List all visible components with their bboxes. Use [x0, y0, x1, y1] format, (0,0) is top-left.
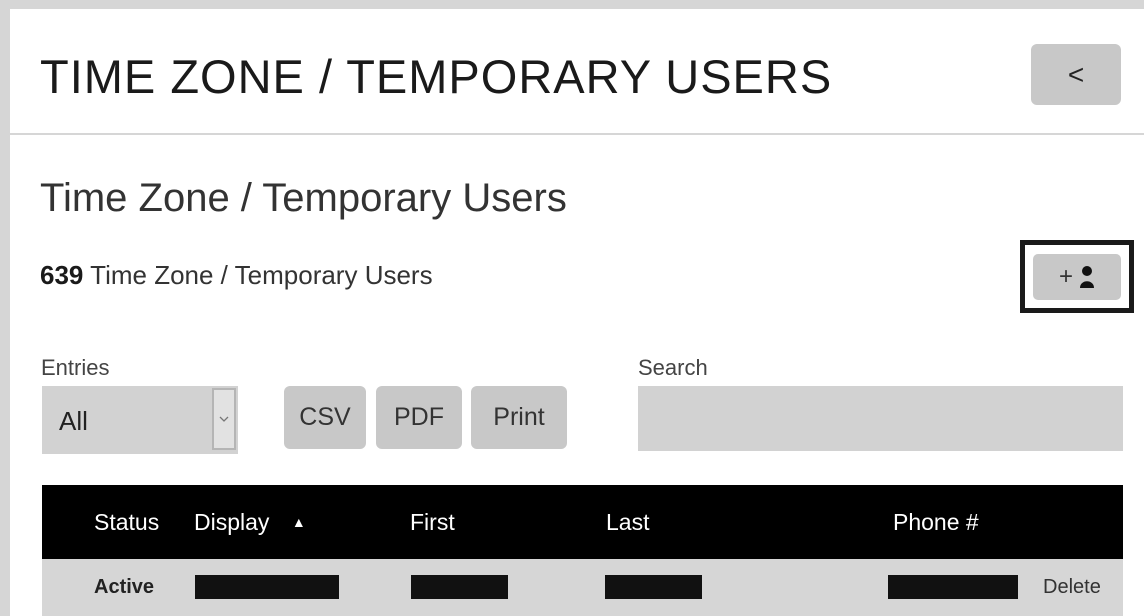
row-delete-link[interactable]: Delete — [1043, 575, 1101, 599]
print-button[interactable]: Print — [471, 386, 567, 449]
record-count-number: 639 — [40, 260, 84, 290]
section-title: Time Zone / Temporary Users — [40, 176, 567, 220]
main-panel: TIME ZONE / TEMPORARY USERS < Time Zone … — [10, 9, 1144, 616]
record-count: 639 Time Zone / Temporary Users — [40, 260, 433, 290]
search-label: Search — [638, 355, 708, 380]
row-first-redacted — [411, 575, 508, 599]
table-header: Status Display ▲ First Last Phone # — [42, 485, 1123, 559]
row-display-redacted — [195, 575, 339, 599]
plus-label: + — [1058, 262, 1073, 290]
column-status[interactable]: Status — [94, 509, 159, 535]
page-header: TIME ZONE / TEMPORARY USERS < — [10, 9, 1144, 135]
chevron-down-icon[interactable] — [212, 388, 236, 450]
column-first[interactable]: First — [410, 509, 455, 535]
column-phone[interactable]: Phone # — [893, 509, 979, 535]
back-button[interactable]: < — [1031, 44, 1121, 105]
user-icon — [1080, 265, 1094, 288]
entries-selected-value: All — [59, 406, 88, 436]
row-last-redacted — [605, 575, 702, 599]
entries-label: Entries — [41, 355, 110, 380]
column-display[interactable]: Display ▲ — [194, 509, 306, 535]
add-user-highlight: + — [1020, 240, 1134, 313]
column-last[interactable]: Last — [606, 509, 649, 535]
table-row: Active Delete — [42, 559, 1123, 616]
row-phone-redacted — [888, 575, 1018, 599]
sort-ascending-icon: ▲ — [291, 514, 306, 530]
pdf-button[interactable]: PDF — [376, 386, 462, 449]
csv-button[interactable]: CSV — [284, 386, 366, 449]
add-user-button[interactable]: + — [1033, 253, 1121, 300]
search-input[interactable] — [638, 386, 1123, 451]
page-title: TIME ZONE / TEMPORARY USERS — [40, 50, 833, 103]
chevron-left-icon: < — [1067, 58, 1085, 90]
record-count-label: Time Zone / Temporary Users — [90, 260, 433, 290]
entries-select[interactable]: All — [42, 386, 238, 454]
column-display-label: Display — [194, 509, 270, 535]
row-status: Active — [94, 576, 155, 598]
